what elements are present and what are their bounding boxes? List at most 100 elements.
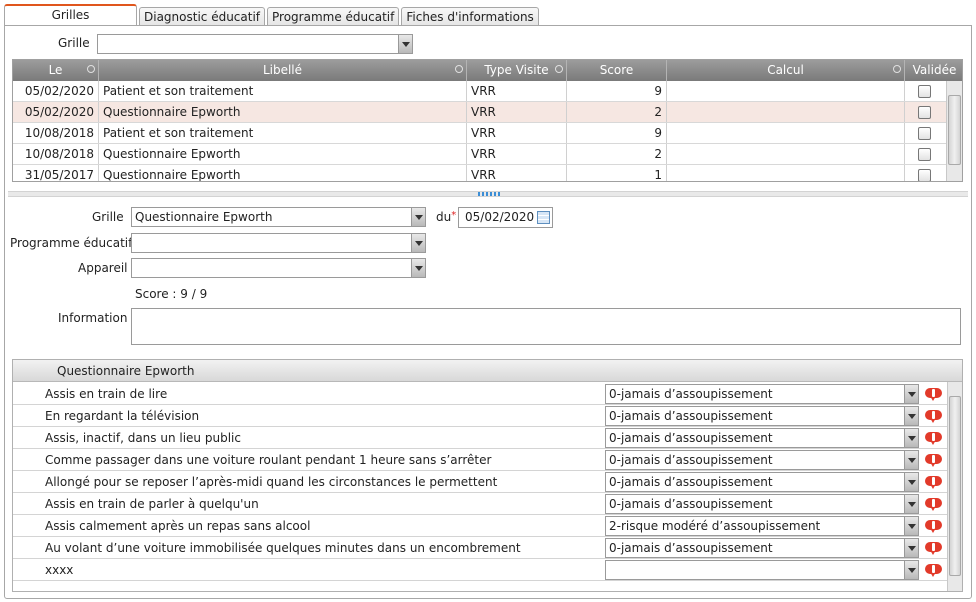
question-label: Au volant d’une voiture immobilisée quel… <box>45 541 521 555</box>
comment-alert-icon[interactable] <box>925 476 942 489</box>
chevron-down-icon[interactable] <box>904 407 918 425</box>
date-input[interactable]: 05/02/2020 <box>458 207 553 228</box>
cell-libelle: Patient et son traitement <box>99 81 467 101</box>
cell-libelle: Questionnaire Epworth <box>99 165 467 181</box>
search-icon[interactable] <box>555 65 563 73</box>
answer-select[interactable] <box>605 560 919 580</box>
splitter-grip-icon[interactable] <box>478 192 500 196</box>
question-row: Comme passager dans une voiture roulant … <box>13 449 947 471</box>
column-header-label: Score <box>599 63 634 77</box>
tab-grilles[interactable]: Grilles <box>4 4 137 26</box>
comment-alert-icon[interactable] <box>925 520 942 533</box>
grille-select[interactable]: Questionnaire Epworth <box>131 207 426 227</box>
validee-checkbox[interactable] <box>918 127 931 140</box>
search-icon[interactable] <box>455 65 463 73</box>
column-header-score[interactable]: Score <box>567 60 667 81</box>
chevron-down-icon[interactable] <box>904 385 918 403</box>
chevron-down-icon[interactable] <box>904 451 918 469</box>
answer-value: 0-jamais d’assoupissement <box>609 453 773 467</box>
column-header-type-visite[interactable]: Type Visite <box>467 60 567 81</box>
comment-alert-icon[interactable] <box>925 564 942 577</box>
answer-select[interactable]: 0-jamais d’assoupissement <box>605 538 919 558</box>
column-header-label: Libellé <box>262 63 303 77</box>
cell-type: VRR <box>467 102 567 122</box>
chevron-down-icon[interactable] <box>904 539 918 557</box>
filter-grille-select[interactable] <box>97 34 413 54</box>
information-textarea[interactable] <box>131 308 961 345</box>
validee-checkbox[interactable] <box>918 106 931 119</box>
table-row[interactable]: 05/02/2020 Patient et son traitement VRR… <box>13 81 948 102</box>
cell-type: VRR <box>467 165 567 181</box>
column-header-validee[interactable]: Validée <box>905 60 962 81</box>
table-row[interactable]: 10/08/2018 Questionnaire Epworth VRR 2 <box>13 144 948 165</box>
answer-select[interactable]: 0-jamais d’assoupissement <box>605 384 919 404</box>
comment-alert-icon[interactable] <box>925 454 942 467</box>
cell-calcul <box>667 144 905 164</box>
answer-select[interactable]: 0-jamais d’assoupissement <box>605 428 919 448</box>
table-row[interactable]: 10/08/2018 Patient et son traitement VRR… <box>13 123 948 144</box>
programme-educatif-select[interactable] <box>131 233 426 253</box>
validee-checkbox[interactable] <box>918 85 931 98</box>
question-row: xxxx <box>13 559 947 581</box>
search-icon[interactable] <box>87 65 95 73</box>
table-row[interactable]: 31/05/2017 Questionnaire Epworth VRR 1 <box>13 165 948 181</box>
answer-select[interactable]: 0-jamais d’assoupissement <box>605 472 919 492</box>
required-asterisk-icon: * <box>451 210 457 221</box>
cell-type: VRR <box>467 144 567 164</box>
question-row: Assis en train de lire 0-jamais d’assoup… <box>13 383 947 405</box>
date-value: 05/02/2020 <box>465 210 535 224</box>
validee-checkbox[interactable] <box>918 169 931 181</box>
column-header-label: Calcul <box>767 63 804 77</box>
search-icon[interactable] <box>893 65 901 73</box>
tab-programme-educatif[interactable]: Programme éducatif <box>267 7 400 26</box>
table-row[interactable]: 05/02/2020 Questionnaire Epworth VRR 2 <box>13 102 948 123</box>
tab-fiches-informations[interactable]: Fiches d'informations <box>401 7 539 26</box>
chevron-down-icon[interactable] <box>904 473 918 491</box>
chevron-down-icon[interactable] <box>904 495 918 513</box>
column-header-le[interactable]: Le <box>13 60 99 81</box>
cell-date: 05/02/2020 <box>13 102 99 122</box>
table-scrollbar[interactable] <box>946 81 962 181</box>
score-text: Score : 9 / 9 <box>135 287 208 301</box>
grilles-table: Le Libellé Type Visite Score Calcul Vali… <box>12 59 963 182</box>
answer-select[interactable]: 0-jamais d’assoupissement <box>605 406 919 426</box>
chevron-down-icon[interactable] <box>411 208 425 226</box>
chevron-down-icon[interactable] <box>398 35 412 53</box>
answer-value: 0-jamais d’assoupissement <box>609 431 773 445</box>
question-row: En regardant la télévision 0-jamais d’as… <box>13 405 947 427</box>
chevron-down-icon[interactable] <box>411 234 425 252</box>
scrollbar-thumb[interactable] <box>949 396 961 576</box>
appareil-select[interactable] <box>131 258 426 278</box>
column-header-label: Le <box>48 63 63 77</box>
question-label: En regardant la télévision <box>45 409 200 423</box>
answer-select[interactable]: 0-jamais d’assoupissement <box>605 494 919 514</box>
question-row: Assis calmement après un repas sans alco… <box>13 515 947 537</box>
validee-checkbox[interactable] <box>918 148 931 161</box>
answer-value: 0-jamais d’assoupissement <box>609 497 773 511</box>
chevron-down-icon[interactable] <box>904 561 918 579</box>
comment-alert-icon[interactable] <box>925 410 942 423</box>
answer-value: 0-jamais d’assoupissement <box>609 387 773 401</box>
question-label: xxxx <box>45 563 74 577</box>
question-row: Au volant d’une voiture immobilisée quel… <box>13 537 947 559</box>
tab-diagnostic-educatif[interactable]: Diagnostic éducatif <box>139 7 266 26</box>
questionnaire-scrollbar[interactable] <box>947 382 962 591</box>
comment-alert-icon[interactable] <box>925 388 942 401</box>
chevron-down-icon[interactable] <box>904 517 918 535</box>
chevron-down-icon[interactable] <box>411 259 425 277</box>
scrollbar-thumb[interactable] <box>948 95 961 165</box>
tab-bar: Grilles Diagnostic éducatif Programme éd… <box>4 4 541 26</box>
cell-score: 9 <box>567 81 667 101</box>
answer-select[interactable]: 0-jamais d’assoupissement <box>605 450 919 470</box>
question-label: Assis en train de lire <box>45 387 168 401</box>
answer-select[interactable]: 2-risque modéré d’assoupissement <box>605 516 919 536</box>
column-header-libelle[interactable]: Libellé <box>99 60 467 81</box>
comment-alert-icon[interactable] <box>925 498 942 511</box>
chevron-down-icon[interactable] <box>904 429 918 447</box>
comment-alert-icon[interactable] <box>925 432 942 445</box>
column-header-calcul[interactable]: Calcul <box>667 60 905 81</box>
calendar-icon[interactable] <box>537 211 550 224</box>
cell-type: VRR <box>467 123 567 143</box>
cell-score: 2 <box>567 144 667 164</box>
comment-alert-icon[interactable] <box>925 542 942 555</box>
